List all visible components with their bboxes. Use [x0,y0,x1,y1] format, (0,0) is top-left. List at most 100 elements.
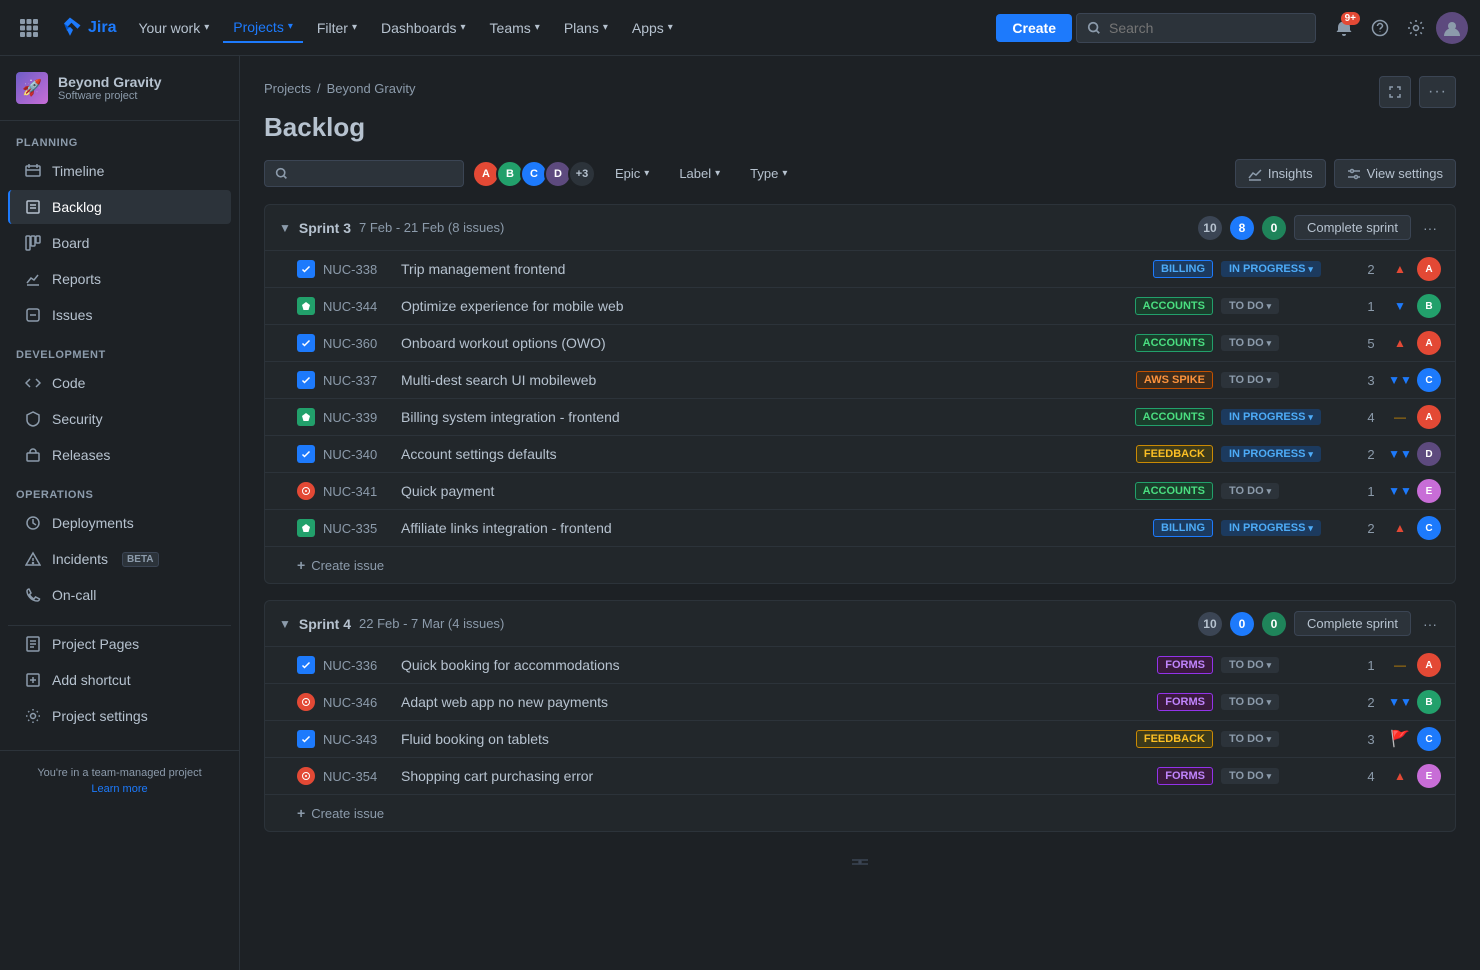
nav-projects[interactable]: Projects ▾ [223,13,303,43]
issue-key[interactable]: NUC-341 [323,484,393,499]
status-badge[interactable]: IN PROGRESS ▾ [1221,409,1321,425]
issue-key[interactable]: NUC-354 [323,769,393,784]
sidebar-item-deployments[interactable]: Deployments [8,506,231,540]
table-row[interactable]: NUC-346 Adapt web app no new payments FO… [265,683,1455,720]
sprint-4-menu-button[interactable]: ··· [1419,612,1441,636]
issue-label[interactable]: FORMS [1157,767,1213,785]
create-issue-row-sprint3[interactable]: + Create issue [265,546,1455,583]
nav-dashboards[interactable]: Dashboards ▾ [371,14,476,42]
assignee-avatar[interactable]: A [1417,331,1441,355]
sidebar-item-issues[interactable]: Issues [8,298,231,332]
more-options-button[interactable]: ··· [1419,76,1456,108]
sidebar-item-releases[interactable]: Releases [8,438,231,472]
issue-key[interactable]: NUC-336 [323,658,393,673]
table-row[interactable]: NUC-344 Optimize experience for mobile w… [265,287,1455,324]
assignee-avatar[interactable]: C [1417,727,1441,751]
table-row[interactable]: NUC-338 Trip management frontend BILLING… [265,250,1455,287]
issue-key[interactable]: NUC-344 [323,299,393,314]
issue-key[interactable]: NUC-340 [323,447,393,462]
issue-label[interactable]: FEEDBACK [1136,730,1213,748]
notifications-icon[interactable]: 9+ [1328,12,1360,44]
help-icon[interactable] [1364,12,1396,44]
issue-label[interactable]: ACCOUNTS [1135,408,1213,426]
settings-icon[interactable] [1400,12,1432,44]
issue-label[interactable]: ACCOUNTS [1135,297,1213,315]
issue-label[interactable]: ACCOUNTS [1135,482,1213,500]
sidebar-item-security[interactable]: Security [8,402,231,436]
user-avatar[interactable] [1436,12,1468,44]
table-row[interactable]: NUC-360 Onboard workout options (OWO) AC… [265,324,1455,361]
jira-logo[interactable]: Jira [50,8,124,48]
status-badge[interactable]: TO DO ▾ [1221,335,1279,351]
issue-key[interactable]: NUC-339 [323,410,393,425]
type-filter[interactable]: Type ▾ [739,160,798,187]
table-row[interactable]: NUC-354 Shopping cart purchasing error F… [265,757,1455,794]
avatar-count[interactable]: +3 [568,160,596,188]
issue-search-input[interactable] [294,166,434,181]
sidebar-item-project-settings[interactable]: Project settings [8,699,231,733]
assignee-avatar[interactable]: E [1417,479,1441,503]
sprint-collapse-icon[interactable]: ▼ [279,617,291,631]
table-row[interactable]: NUC-336 Quick booking for accommodations… [265,646,1455,683]
issue-label[interactable]: FORMS [1157,656,1213,674]
sidebar-item-add-shortcut[interactable]: Add shortcut [8,663,231,697]
assignee-avatar[interactable]: D [1417,442,1441,466]
status-badge[interactable]: TO DO ▾ [1221,768,1279,784]
table-row[interactable]: NUC-340 Account settings defaults FEEDBA… [265,435,1455,472]
table-row[interactable]: NUC-343 Fluid booking on tablets FEEDBAC… [265,720,1455,757]
search-box[interactable] [1076,13,1316,43]
sprint-3-header[interactable]: ▼ Sprint 3 7 Feb - 21 Feb (8 issues) 10 … [265,205,1455,250]
apps-grid-icon[interactable] [12,11,46,45]
status-badge[interactable]: IN PROGRESS ▾ [1221,446,1321,462]
toolbar-search[interactable] [264,160,464,187]
learn-more-link[interactable]: Learn more [0,781,239,797]
create-button[interactable]: Create [996,14,1072,42]
status-badge[interactable]: TO DO ▾ [1221,731,1279,747]
assignee-avatar[interactable]: A [1417,257,1441,281]
table-row[interactable]: NUC-339 Billing system integration - fro… [265,398,1455,435]
status-badge[interactable]: TO DO ▾ [1221,483,1279,499]
issue-label[interactable]: ACCOUNTS [1135,334,1213,352]
issue-label[interactable]: BILLING [1153,519,1213,537]
table-row[interactable]: NUC-337 Multi-dest search UI mobileweb A… [265,361,1455,398]
status-badge[interactable]: IN PROGRESS ▾ [1221,261,1321,277]
insights-button[interactable]: Insights [1235,159,1326,188]
epic-filter[interactable]: Epic ▾ [604,160,660,187]
issue-label[interactable]: FEEDBACK [1136,445,1213,463]
nav-filter[interactable]: Filter ▾ [307,14,367,42]
sidebar-item-backlog[interactable]: Backlog [8,190,231,224]
status-badge[interactable]: TO DO ▾ [1221,694,1279,710]
assignee-avatar[interactable]: A [1417,653,1441,677]
sprint-3-menu-button[interactable]: ··· [1419,216,1441,240]
breadcrumb-project[interactable]: Beyond Gravity [327,81,416,96]
assignee-avatar[interactable]: B [1417,690,1441,714]
nav-your-work[interactable]: Your work ▾ [128,14,219,42]
issue-key[interactable]: NUC-338 [323,262,393,277]
status-badge[interactable]: TO DO ▾ [1221,298,1279,314]
sprint-4-header[interactable]: ▼ Sprint 4 22 Feb - 7 Mar (4 issues) 10 … [265,601,1455,646]
create-issue-row-sprint4[interactable]: + Create issue [265,794,1455,831]
status-badge[interactable]: IN PROGRESS ▾ [1221,520,1321,536]
sidebar-item-project-pages[interactable]: Project Pages [8,627,231,661]
table-row[interactable]: NUC-341 Quick payment ACCOUNTS TO DO ▾ 1… [265,472,1455,509]
sidebar-item-reports[interactable]: Reports [8,262,231,296]
assignee-avatar[interactable]: B [1417,294,1441,318]
issue-label[interactable]: FORMS [1157,693,1213,711]
sidebar-item-timeline[interactable]: Timeline [8,154,231,188]
expand-button[interactable] [1379,76,1411,108]
status-badge[interactable]: TO DO ▾ [1221,657,1279,673]
view-settings-button[interactable]: View settings [1334,159,1456,188]
label-filter[interactable]: Label ▾ [668,160,731,187]
sidebar-item-oncall[interactable]: On-call [8,578,231,612]
assignee-avatar[interactable]: C [1417,516,1441,540]
issue-label[interactable]: BILLING [1153,260,1213,278]
complete-sprint-4-button[interactable]: Complete sprint [1294,611,1411,636]
nav-apps[interactable]: Apps ▾ [622,14,683,42]
assignee-avatar[interactable]: C [1417,368,1441,392]
nav-plans[interactable]: Plans ▾ [554,14,618,42]
table-row[interactable]: NUC-335 Affiliate links integration - fr… [265,509,1455,546]
assignee-avatar[interactable]: A [1417,405,1441,429]
issue-key[interactable]: NUC-335 [323,521,393,536]
assignee-avatar[interactable]: E [1417,764,1441,788]
complete-sprint-3-button[interactable]: Complete sprint [1294,215,1411,240]
